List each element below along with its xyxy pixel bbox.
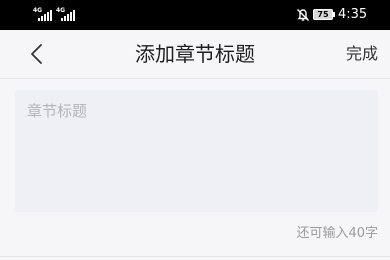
status-bar: 4G 4G 75 4:35	[0, 0, 390, 30]
remaining-char-count: 还可输入40字	[296, 226, 378, 241]
divider	[0, 256, 390, 257]
battery-tip	[333, 12, 335, 17]
page-title: 添加章节标题	[135, 42, 255, 66]
mute-icon	[297, 9, 309, 21]
chapter-title-placeholder: 章节标题	[27, 102, 88, 120]
done-button[interactable]: 完成	[346, 44, 378, 64]
battery-icon: 75	[313, 9, 333, 20]
nav-bar: 添加章节标题 完成	[0, 30, 390, 79]
status-time: 4:35	[338, 7, 368, 22]
chapter-title-input[interactable]: 章节标题	[15, 90, 378, 212]
